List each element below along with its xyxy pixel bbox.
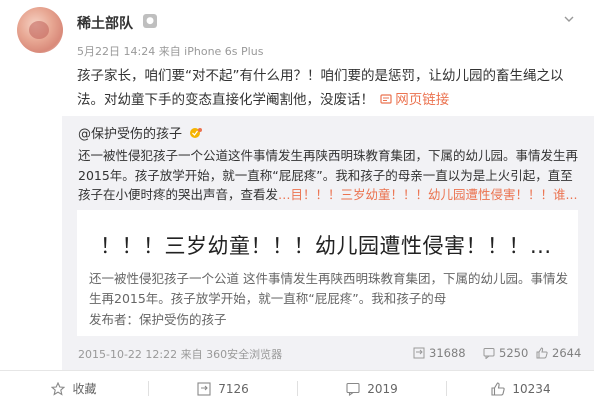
- thumbs-up-icon: [536, 347, 548, 359]
- repost-reposts-count: 31688: [429, 346, 466, 360]
- post-meta: 5月22日 14:24 来自 iPhone 6s Plus: [77, 45, 264, 58]
- comment-icon: [483, 348, 495, 360]
- card-body: 还一被性侵犯孩子一个公道 这件事情发生再陕西明珠教育集团，下属的幼儿园。事情发生…: [89, 271, 568, 306]
- chevron-down-icon[interactable]: [563, 13, 575, 25]
- repost-button[interactable]: 7126: [149, 371, 297, 405]
- repost-comments-count: 5250: [499, 346, 529, 360]
- repost-block: @保护受伤的孩子 还一被性侵犯孩子一个公道这件事情发生再陕西明珠教育集团，下属的…: [62, 116, 594, 370]
- post-text: 孩子家长，咱们要“对不起”有什么用？！咱们要的是惩罚，让幼儿园的畜生绳之以法。对…: [77, 64, 582, 112]
- author-name[interactable]: 稀土部队: [77, 13, 133, 33]
- repost-comments[interactable]: 5250: [483, 346, 528, 360]
- repost-author[interactable]: @保护受伤的孩子: [78, 123, 203, 142]
- verified-badge-icon: [190, 128, 203, 138]
- repost-author-name[interactable]: @保护受伤的孩子: [78, 127, 182, 142]
- link-icon: [380, 94, 392, 104]
- post-header: 稀土部队 ● 5月22日 14:24 来自 iPhone 6s Plus: [0, 0, 594, 62]
- star-icon: [51, 381, 66, 396]
- like-button[interactable]: 10234: [447, 371, 594, 405]
- card-source: 发布者：保护受伤的孩子: [89, 312, 227, 327]
- repost-likes-count: 2644: [552, 346, 582, 360]
- article-card[interactable]: ！！！三岁幼童！！！幼儿园遭性侵害！！！... 还一被性侵犯孩子一个公道 这件事…: [77, 210, 578, 336]
- repost-highlight[interactable]: …目！！！三岁幼童！！！幼儿园遭性侵害！！！谁...: [278, 187, 577, 202]
- post-body: 孩子家长，咱们要“对不起”有什么用？！咱们要的是惩罚，让幼儿园的畜生绳之以法。对…: [77, 68, 564, 108]
- repost-reposts[interactable]: 31688: [413, 346, 466, 360]
- card-title[interactable]: ！！！三岁幼童！！！幼儿园遭性侵害！！！...: [100, 230, 570, 260]
- web-link[interactable]: 网页链接: [395, 92, 449, 108]
- thumbs-up-icon: [491, 381, 506, 396]
- avatar[interactable]: [17, 7, 63, 53]
- repost-likes[interactable]: 2644: [536, 346, 581, 360]
- comment-count: 2019: [367, 381, 398, 396]
- member-badge-icon: ●: [143, 14, 157, 28]
- repost-icon: [197, 381, 211, 396]
- repost-icon: [413, 347, 425, 359]
- comment-button[interactable]: 2019: [298, 371, 446, 405]
- repost-footer: 2015-10-22 12:22 来自 360安全浏览器 31688 5250 …: [78, 346, 582, 364]
- action-bar: 收藏 7126 2019 10234: [0, 370, 594, 405]
- comment-icon: [346, 382, 360, 396]
- favorite-button[interactable]: 收藏: [0, 371, 148, 405]
- like-count: 10234: [512, 381, 551, 396]
- favorite-label: 收藏: [72, 382, 97, 396]
- repost-time: 2015-10-22 12:22 来自 360安全浏览器: [78, 348, 283, 361]
- repost-count: 7126: [218, 381, 249, 396]
- repost-text: 还一被性侵犯孩子一个公道这件事情发生再陕西明珠教育集团，下属的幼儿园。事情发生再…: [78, 146, 582, 205]
